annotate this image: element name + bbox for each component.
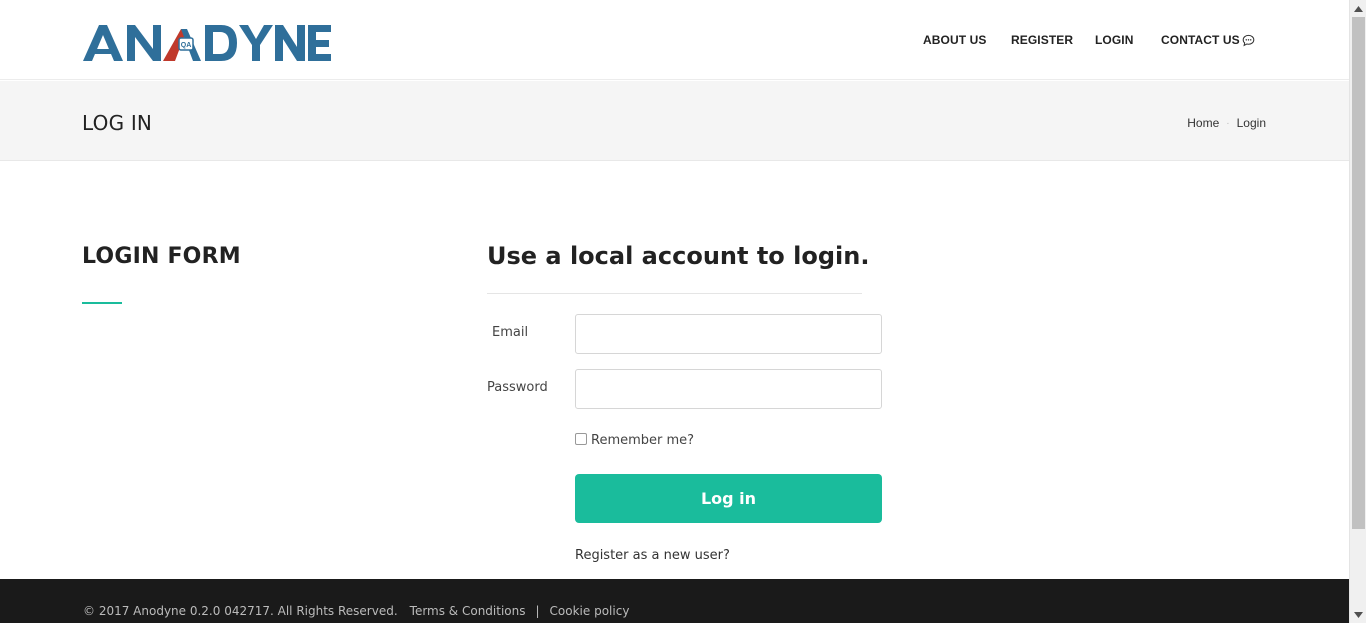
form-heading: Use a local account to login.: [487, 242, 870, 270]
chat-icon: [1242, 34, 1255, 46]
nav-contact-us[interactable]: CONTACT US: [1161, 33, 1255, 47]
breadcrumb: Home · Login: [1187, 116, 1266, 130]
login-button[interactable]: Log in: [575, 474, 882, 523]
page-title: LOG IN: [82, 111, 153, 135]
footer-text: © 2017 Anodyne 0.2.0 042717. All Rights …: [83, 604, 629, 618]
password-field[interactable]: [575, 369, 882, 409]
anadyne-logo[interactable]: QA: [83, 23, 331, 63]
page: QA ABOUT US REGISTER LOGIN CONTACT US LO…: [0, 0, 1349, 623]
scrollbar-thumb[interactable]: [1352, 17, 1365, 529]
remember-me-checkbox[interactable]: [575, 432, 587, 445]
breadcrumb-separator: ·: [1226, 117, 1230, 129]
breadcrumb-current: Login: [1236, 116, 1266, 130]
footer-terms-link[interactable]: Terms & Conditions: [410, 604, 526, 618]
nav-register[interactable]: REGISTER: [1011, 33, 1073, 47]
chevron-up-icon: [1354, 5, 1363, 12]
email-label: Email: [492, 325, 529, 340]
form-divider: [487, 293, 862, 294]
footer-cookie-link[interactable]: Cookie policy: [550, 604, 630, 618]
chevron-down-icon: [1354, 611, 1363, 618]
vertical-scrollbar[interactable]: [1349, 0, 1366, 623]
heading-underline: [82, 302, 122, 304]
email-field[interactable]: [575, 314, 882, 354]
site-footer: © 2017 Anodyne 0.2.0 042717. All Rights …: [0, 579, 1349, 623]
password-label: Password: [487, 380, 548, 395]
register-link[interactable]: Register as a new user?: [575, 548, 730, 563]
footer-separator: |: [535, 604, 540, 618]
remember-me-label[interactable]: Remember me?: [591, 433, 694, 448]
page-title-bar: LOG IN Home · Login: [0, 81, 1349, 161]
remember-me: Remember me?: [575, 432, 694, 448]
site-header: QA ABOUT US REGISTER LOGIN CONTACT US: [0, 0, 1349, 80]
scroll-down-button[interactable]: [1350, 606, 1366, 623]
nav-contact-us-label: CONTACT US: [1161, 33, 1240, 47]
svg-text:QA: QA: [181, 42, 192, 49]
breadcrumb-home[interactable]: Home: [1187, 116, 1219, 130]
copyright: © 2017 Anodyne 0.2.0 042717. All Rights …: [83, 604, 398, 618]
nav-login[interactable]: LOGIN: [1095, 33, 1134, 47]
nav-about-us[interactable]: ABOUT US: [923, 33, 986, 47]
scroll-up-button[interactable]: [1350, 0, 1366, 17]
section-heading: LOGIN FORM: [82, 244, 241, 269]
